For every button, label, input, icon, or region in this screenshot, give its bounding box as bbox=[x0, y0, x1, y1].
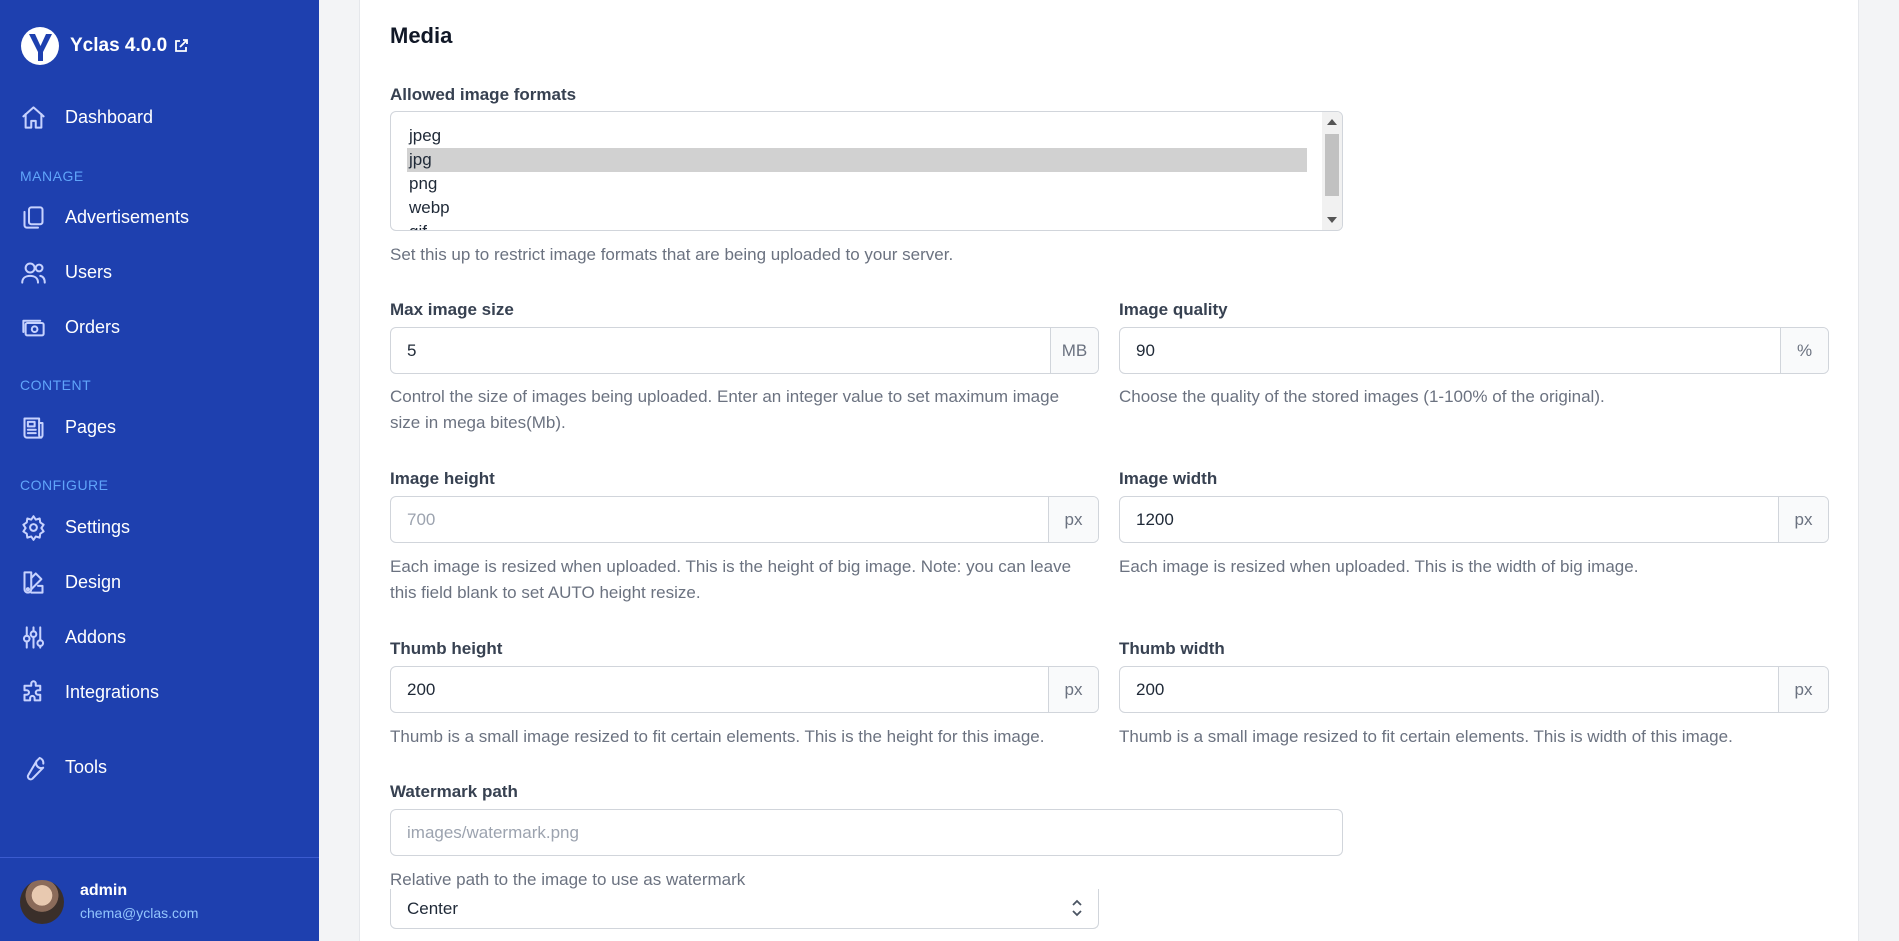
nav-settings[interactable]: Settings bbox=[20, 509, 130, 545]
avatar bbox=[20, 880, 64, 924]
cash-icon bbox=[20, 314, 47, 341]
image-width-label: Image width bbox=[1119, 469, 1218, 488]
format-option[interactable]: webp bbox=[407, 196, 1307, 220]
thumb-width-help: Thumb is a small image resized to fit ce… bbox=[1119, 727, 1733, 746]
section-manage: MANAGE bbox=[20, 168, 84, 184]
nav-integrations-label: Integrations bbox=[65, 681, 160, 702]
image-width-help: Each image is resized when uploaded. Thi… bbox=[1119, 557, 1639, 576]
format-option-selected[interactable]: jpg bbox=[407, 148, 1307, 172]
nav-tools-label: Tools bbox=[65, 756, 108, 777]
image-width-input[interactable] bbox=[1120, 497, 1778, 542]
user-name: admin bbox=[80, 882, 128, 899]
nav-pages-label: Pages bbox=[65, 416, 117, 437]
gear-icon bbox=[20, 514, 47, 541]
watermark-position-select[interactable]: Center bbox=[390, 889, 1099, 929]
image-height-unit: px bbox=[1048, 497, 1098, 542]
newspaper-icon bbox=[20, 414, 47, 441]
format-option[interactable]: jpeg bbox=[407, 124, 1307, 148]
max-size-help: Control the size of images being uploade… bbox=[390, 384, 1059, 436]
max-size-help-line2: size in mega bites(Mb). bbox=[390, 413, 566, 432]
nav-dashboard[interactable]: Dashboard bbox=[20, 99, 153, 135]
puzzle-icon bbox=[20, 679, 47, 706]
watermark-label: Watermark path bbox=[390, 782, 518, 801]
thumb-width-label: Thumb width bbox=[1119, 639, 1225, 658]
home-icon bbox=[20, 104, 47, 131]
scroll-thumb[interactable] bbox=[1325, 134, 1339, 196]
thumb-width-unit: px bbox=[1778, 667, 1828, 712]
thumb-height-group: px bbox=[390, 666, 1099, 713]
documents-icon bbox=[20, 204, 47, 231]
max-size-label: Max image size bbox=[390, 300, 514, 319]
watermark-input[interactable] bbox=[391, 810, 1342, 855]
format-option[interactable]: png bbox=[407, 172, 1307, 196]
wrench-icon bbox=[20, 754, 47, 781]
nav-users[interactable]: Users bbox=[20, 254, 112, 290]
nav-design-label: Design bbox=[65, 571, 122, 592]
external-link-icon[interactable] bbox=[173, 38, 189, 54]
nav-advertisements-label: Advertisements bbox=[65, 206, 190, 227]
image-height-help: Each image is resized when uploaded. Thi… bbox=[390, 554, 1071, 606]
nav-addons[interactable]: Addons bbox=[20, 619, 126, 655]
image-height-help-line2: this field blank to set AUTO height resi… bbox=[390, 583, 701, 602]
max-size-input[interactable] bbox=[391, 328, 1050, 373]
quality-help: Choose the quality of the stored images … bbox=[1119, 387, 1605, 406]
quality-label: Image quality bbox=[1119, 300, 1228, 319]
watermark-position-value: Center bbox=[407, 898, 459, 918]
max-size-group: MB bbox=[390, 327, 1099, 374]
section-content: CONTENT bbox=[20, 377, 92, 393]
formats-label: Allowed image formats bbox=[390, 85, 577, 104]
thumb-height-label: Thumb height bbox=[390, 639, 503, 658]
image-height-group: px bbox=[390, 496, 1099, 543]
thumb-width-group: px bbox=[1119, 666, 1829, 713]
thumb-height-help: Thumb is a small image resized to fit ce… bbox=[390, 727, 1045, 746]
image-formats-listbox[interactable]: jpeg jpg png webp gif bbox=[390, 111, 1343, 231]
section-title: Media bbox=[390, 23, 453, 48]
brand-name: Yclas 4.0.0 bbox=[70, 35, 168, 56]
formats-help: Set this up to restrict image formats th… bbox=[390, 245, 954, 264]
thumb-width-input[interactable] bbox=[1120, 667, 1778, 712]
image-height-label: Image height bbox=[390, 469, 495, 488]
nav-users-label: Users bbox=[65, 261, 113, 282]
nav-integrations[interactable]: Integrations bbox=[20, 674, 159, 710]
nav-dashboard-label: Dashboard bbox=[65, 106, 154, 127]
quality-unit: % bbox=[1780, 328, 1828, 373]
nav-tools[interactable]: Tools bbox=[20, 749, 107, 785]
listbox-scrollbar[interactable] bbox=[1322, 112, 1342, 230]
image-height-help-line1: Each image is resized when uploaded. Thi… bbox=[390, 557, 1072, 576]
thumb-height-unit: px bbox=[1048, 667, 1098, 712]
nav-design[interactable]: Design bbox=[20, 564, 121, 600]
format-option[interactable]: gif bbox=[407, 220, 1307, 230]
section-configure: CONFIGURE bbox=[20, 477, 109, 493]
nav-settings-label: Settings bbox=[65, 516, 131, 537]
scroll-up-arrow-icon[interactable] bbox=[1327, 119, 1337, 125]
max-size-unit: MB bbox=[1050, 328, 1098, 373]
users-icon bbox=[20, 259, 47, 286]
watermark-group bbox=[390, 809, 1343, 856]
brand[interactable]: Yclas 4.0.0 bbox=[20, 24, 189, 68]
quality-group: % bbox=[1119, 327, 1829, 374]
sidebar: Yclas 4.0.0 Dashboard MANAGE Advertiseme… bbox=[0, 0, 319, 941]
image-width-unit: px bbox=[1778, 497, 1828, 542]
user-profile[interactable]: admin chema@yclas.com bbox=[0, 857, 319, 941]
nav-addons-label: Addons bbox=[65, 626, 127, 647]
quality-input[interactable] bbox=[1120, 328, 1780, 373]
user-email: chema@yclas.com bbox=[80, 905, 199, 921]
thumb-height-input[interactable] bbox=[391, 667, 1048, 712]
scroll-down-arrow-icon[interactable] bbox=[1327, 217, 1337, 223]
max-size-help-line1: Control the size of images being uploade… bbox=[390, 387, 1060, 406]
adjustments-icon bbox=[20, 624, 47, 651]
color-swatch-icon bbox=[20, 569, 47, 596]
nav-orders-label: Orders bbox=[65, 316, 121, 337]
nav-orders[interactable]: Orders bbox=[20, 309, 120, 345]
nav-advertisements[interactable]: Advertisements bbox=[20, 199, 189, 235]
image-width-group: px bbox=[1119, 496, 1829, 543]
image-height-input[interactable] bbox=[391, 497, 1048, 542]
nav-pages[interactable]: Pages bbox=[20, 409, 116, 445]
yclas-logo-icon bbox=[21, 27, 59, 65]
chevron-up-down-icon bbox=[1072, 899, 1082, 917]
